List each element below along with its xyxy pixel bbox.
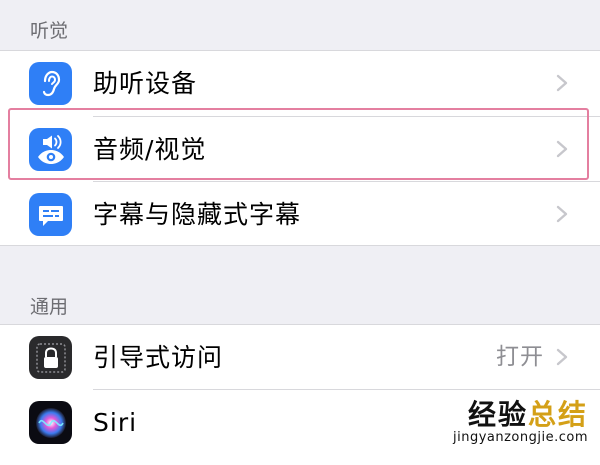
row-value: 打开 (496, 344, 544, 370)
chevron-right-icon (556, 205, 568, 223)
watermark-url: jingyanzongjie.com (452, 430, 588, 445)
row-guided-access[interactable]: 引导式访问 打开 (0, 325, 600, 390)
ear-icon (29, 62, 72, 105)
siri-icon (29, 401, 72, 444)
chevron-right-icon (556, 348, 568, 366)
row-label: 引导式访问 (93, 343, 224, 372)
highlight-box (8, 108, 589, 180)
row-hearing-devices[interactable]: 助听设备 (0, 51, 600, 116)
watermark-main: 经验 (467, 398, 528, 431)
row-label: Siri (93, 408, 138, 437)
row-subtitles-captioning[interactable]: 字幕与隐藏式字幕 (0, 182, 600, 247)
chevron-right-icon (556, 74, 568, 92)
lock-icon (29, 336, 72, 379)
row-label: 助听设备 (93, 69, 198, 98)
row-label: 字幕与隐藏式字幕 (93, 200, 302, 229)
section-header-general: 通用 (30, 296, 69, 318)
caption-icon (29, 193, 72, 236)
watermark-logo: 经验总结 jingyanzongjie.com (452, 398, 588, 445)
watermark-accent: 总结 (527, 398, 588, 431)
section-header-hearing: 听觉 (30, 20, 69, 42)
